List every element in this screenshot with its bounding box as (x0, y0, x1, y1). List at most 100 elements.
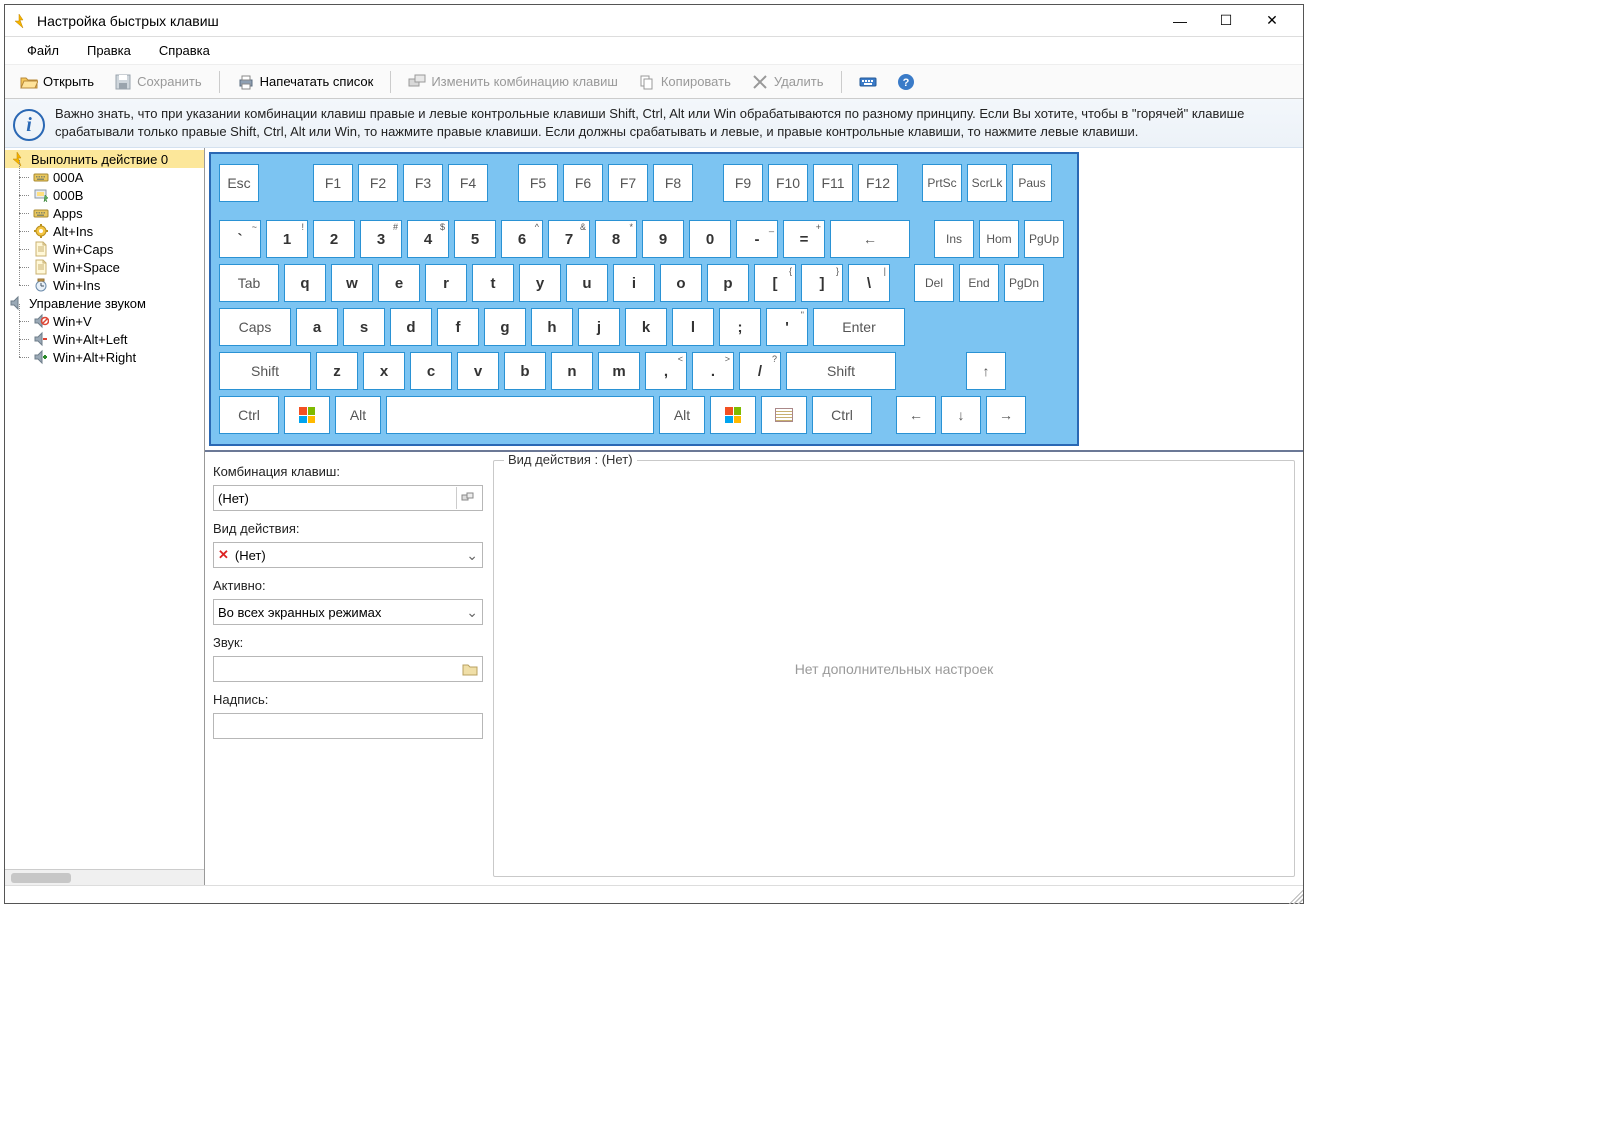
key-f9[interactable]: F9 (723, 164, 763, 202)
key-f4[interactable]: F4 (448, 164, 488, 202)
key-9[interactable]: 9 (642, 220, 684, 258)
key-pgdn[interactable]: PgDn (1004, 264, 1044, 302)
key-paus[interactable]: Paus (1012, 164, 1052, 202)
key-l[interactable]: l (672, 308, 714, 346)
resize-grip[interactable] (1285, 886, 1303, 904)
tree-item[interactable]: Win+Alt+Right (5, 348, 204, 366)
key-f8[interactable]: F8 (653, 164, 693, 202)
key-f10[interactable]: F10 (768, 164, 808, 202)
key-[interactable]: .> (692, 352, 734, 390)
tree-item[interactable]: 000B (5, 186, 204, 204)
key-y[interactable]: y (519, 264, 561, 302)
key-[interactable]: ← (830, 220, 910, 258)
key-b[interactable]: b (504, 352, 546, 390)
key-[interactable]: \| (848, 264, 890, 302)
tree-item[interactable]: Win+Caps (5, 240, 204, 258)
key-k[interactable]: k (625, 308, 667, 346)
key-r[interactable]: r (425, 264, 467, 302)
key-p[interactable]: p (707, 264, 749, 302)
key-f6[interactable]: F6 (563, 164, 603, 202)
key-ins[interactable]: Ins (934, 220, 974, 258)
key-f[interactable]: f (437, 308, 479, 346)
tree-item[interactable]: Win+Space (5, 258, 204, 276)
open-button[interactable]: Открыть (11, 69, 103, 95)
key-hom[interactable]: Hom (979, 220, 1019, 258)
key-scrlk[interactable]: ScrLk (967, 164, 1007, 202)
key-tab[interactable]: Tab (219, 264, 279, 302)
menu-help[interactable]: Справка (145, 39, 224, 62)
save-button[interactable]: Сохранить (105, 69, 211, 95)
key-[interactable]: → (986, 396, 1026, 434)
key-m[interactable]: m (598, 352, 640, 390)
key-4[interactable]: 4$ (407, 220, 449, 258)
key-[interactable]: /? (739, 352, 781, 390)
key-o[interactable]: o (660, 264, 702, 302)
key-pgup[interactable]: PgUp (1024, 220, 1064, 258)
key-[interactable]: ↑ (966, 352, 1006, 390)
key-7[interactable]: 7& (548, 220, 590, 258)
key-n[interactable]: n (551, 352, 593, 390)
key-[interactable]: ]} (801, 264, 843, 302)
combo-field[interactable]: (Нет) (213, 485, 483, 511)
key-8[interactable]: 8* (595, 220, 637, 258)
menu-file[interactable]: Файл (13, 39, 73, 62)
tree-item[interactable]: Win+Ins (5, 276, 204, 294)
key-[interactable]: ,< (645, 352, 687, 390)
key-q[interactable]: q (284, 264, 326, 302)
key-t[interactable]: t (472, 264, 514, 302)
menu-edit[interactable]: Правка (73, 39, 145, 62)
key-prtsc[interactable]: PrtSc (922, 164, 962, 202)
help-button[interactable]: ? (888, 69, 924, 95)
key-u[interactable]: u (566, 264, 608, 302)
key-space[interactable] (386, 396, 654, 434)
action-select[interactable]: ✕ (Нет) (213, 542, 483, 568)
key-1[interactable]: 1! (266, 220, 308, 258)
key-c[interactable]: c (410, 352, 452, 390)
keyboard-toggle-button[interactable] (850, 69, 886, 95)
key-f11[interactable]: F11 (813, 164, 853, 202)
key-win-right[interactable] (710, 396, 756, 434)
key-h[interactable]: h (531, 308, 573, 346)
key-x[interactable]: x (363, 352, 405, 390)
key-f5[interactable]: F5 (518, 164, 558, 202)
key-[interactable]: '" (766, 308, 808, 346)
key-a[interactable]: a (296, 308, 338, 346)
key-esc[interactable]: Esc (219, 164, 259, 202)
key-i[interactable]: i (613, 264, 655, 302)
key-f1[interactable]: F1 (313, 164, 353, 202)
sound-field[interactable] (213, 656, 483, 682)
tree-group-sound[interactable]: Управление звуком (5, 294, 204, 312)
key-d[interactable]: d (390, 308, 432, 346)
key-[interactable]: ↓ (941, 396, 981, 434)
combo-edit-icon[interactable] (456, 487, 478, 509)
change-combo-button[interactable]: Изменить комбинацию клавиш (399, 69, 627, 95)
key-shift[interactable]: Shift (219, 352, 311, 390)
close-button[interactable]: ✕ (1249, 5, 1295, 37)
key-f3[interactable]: F3 (403, 164, 443, 202)
delete-button[interactable]: Удалить (742, 69, 833, 95)
tree-item[interactable]: Alt+Ins (5, 222, 204, 240)
key-caps[interactable]: Caps (219, 308, 291, 346)
tree-root[interactable]: Выполнить действие 0 (5, 150, 204, 168)
tree-item[interactable]: Apps (5, 204, 204, 222)
key-0[interactable]: 0 (689, 220, 731, 258)
key-shift[interactable]: Shift (786, 352, 896, 390)
key-ctrl[interactable]: Ctrl (219, 396, 279, 434)
key-g[interactable]: g (484, 308, 526, 346)
key-f7[interactable]: F7 (608, 164, 648, 202)
key-[interactable]: =+ (783, 220, 825, 258)
key-win-left[interactable] (284, 396, 330, 434)
tree[interactable]: Выполнить действие 0 000A000BAppsAlt+Ins… (5, 148, 204, 869)
key-f12[interactable]: F12 (858, 164, 898, 202)
key-del[interactable]: Del (914, 264, 954, 302)
key-[interactable]: -_ (736, 220, 778, 258)
key-[interactable]: ← (896, 396, 936, 434)
tree-item[interactable]: 000A (5, 168, 204, 186)
tree-item[interactable]: Win+V (5, 312, 204, 330)
key-enter[interactable]: Enter (813, 308, 905, 346)
key-alt[interactable]: Alt (335, 396, 381, 434)
key-z[interactable]: z (316, 352, 358, 390)
key-[interactable]: `~ (219, 220, 261, 258)
tree-item[interactable]: Win+Alt+Left (5, 330, 204, 348)
key-[interactable]: ; (719, 308, 761, 346)
